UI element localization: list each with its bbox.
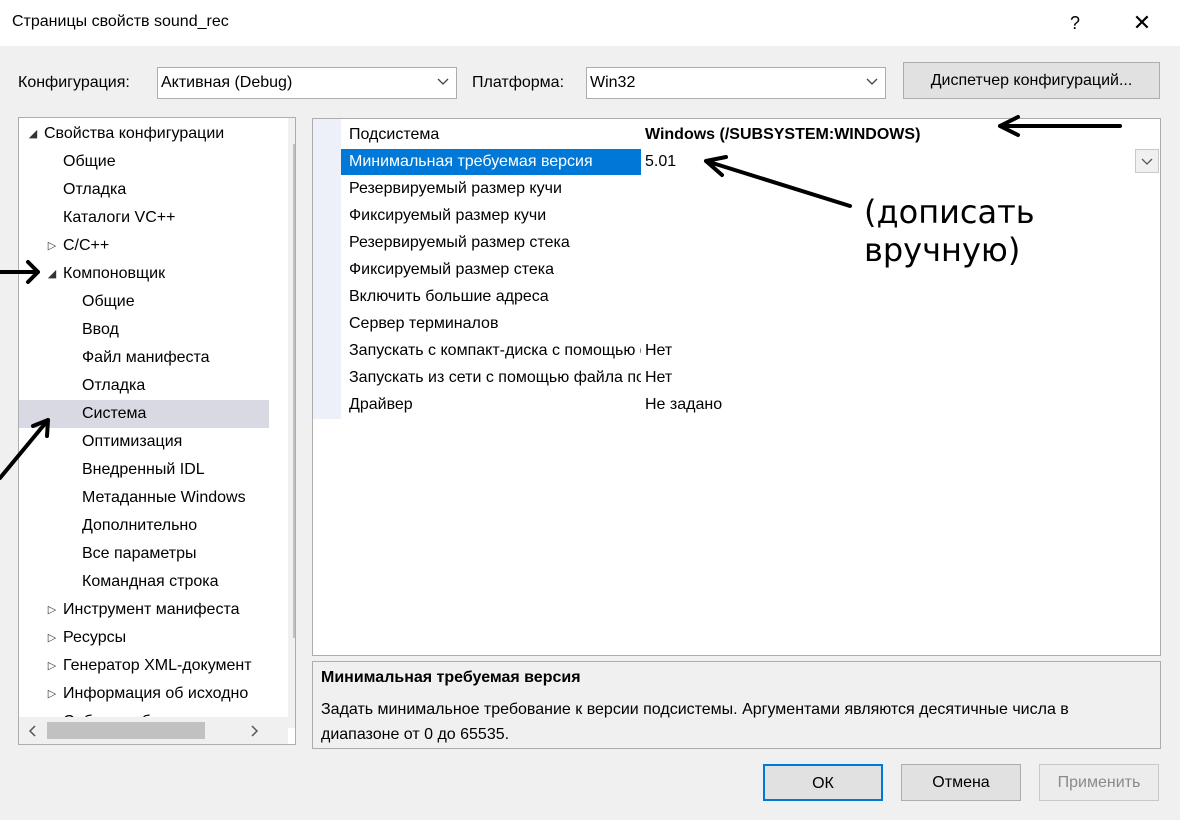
arrow-version [704, 155, 852, 208]
arrow-subsystem [998, 115, 1122, 137]
arrow-system [0, 418, 50, 480]
annotation-arrows [0, 115, 1122, 480]
annotation-text: (дописать вручную) [864, 193, 1035, 269]
arrow-linker [0, 260, 40, 284]
